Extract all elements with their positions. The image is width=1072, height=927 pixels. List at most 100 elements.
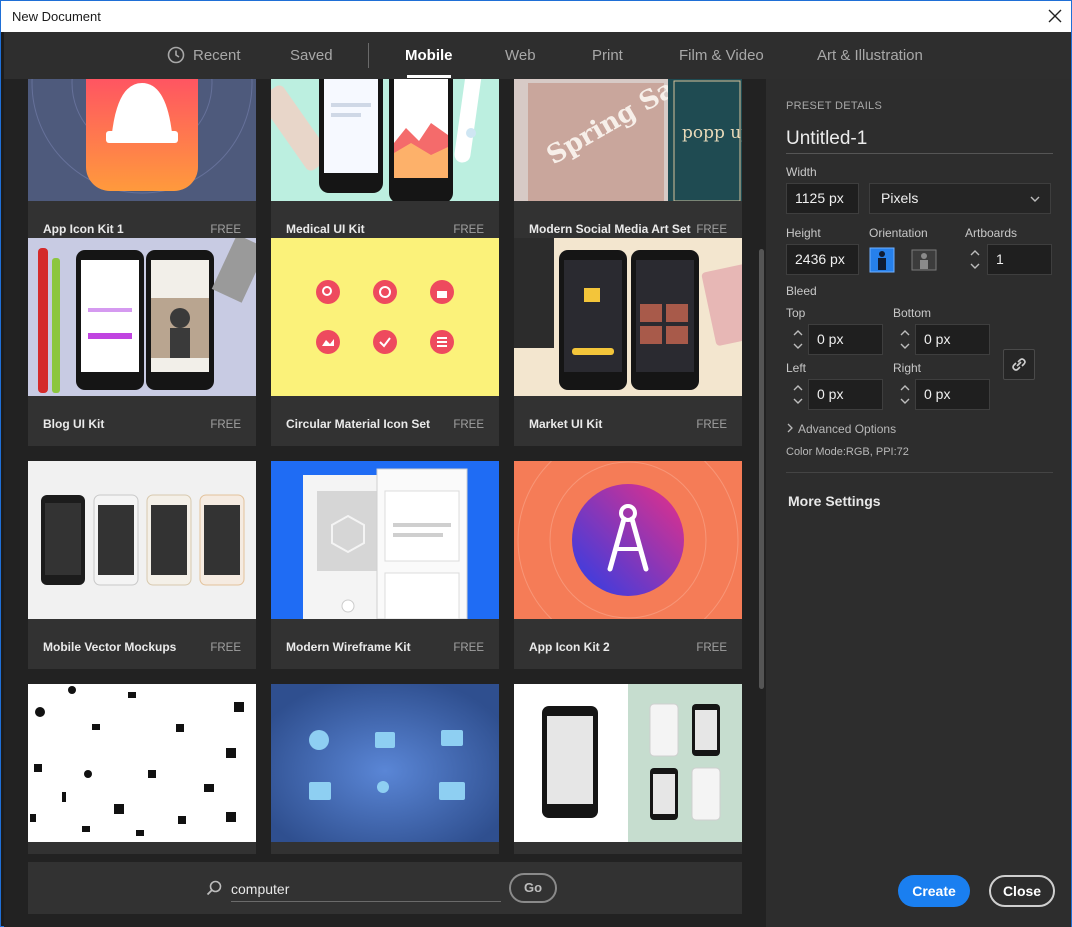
artboards-label: Artboards (965, 226, 1018, 240)
bleed-label: Bleed (786, 284, 817, 298)
new-document-dialog: New Document Recent Saved Mobile Web Pri… (0, 0, 1072, 927)
bleed-top-input[interactable]: 0 px (808, 324, 883, 355)
template-grid: App Icon Kit 1 FREE Medical UI Kit FREE … (4, 79, 766, 927)
price-badge: FREE (453, 419, 484, 431)
height-label: Height (786, 226, 821, 240)
price-badge: FREE (696, 224, 727, 236)
tab-web[interactable]: Web (505, 47, 536, 64)
tab-art-illustration[interactable]: Art & Illustration (817, 47, 923, 64)
tab-mobile[interactable]: Mobile (405, 47, 453, 64)
template-grid-scrollbar[interactable] (759, 249, 764, 689)
template-search-bar: Go (28, 862, 742, 914)
template-title: App Icon Kit 2 (529, 640, 610, 654)
template-thumbnail (514, 238, 742, 396)
bleed-bottom-label: Bottom (893, 306, 932, 320)
template-card-market-ui-kit[interactable]: Market UI Kit FREE (514, 238, 742, 446)
template-card-icon-pattern[interactable] (28, 684, 256, 854)
bleed-right-input[interactable]: 0 px (915, 379, 990, 410)
tab-film-video[interactable]: Film & Video (679, 47, 764, 64)
template-thumbnail: Spring Sale popp up brook (514, 79, 742, 201)
template-card-modern-social-media-art-set[interactable]: Spring Sale popp up brook Modern Social … (514, 79, 742, 251)
bleed-top-stepper-icon[interactable] (790, 324, 806, 355)
link-bleed-button[interactable] (1003, 349, 1035, 380)
clock-icon (167, 46, 185, 64)
bleed-bottom-input[interactable]: 0 px (915, 324, 990, 355)
template-thumbnail (28, 238, 256, 396)
create-button[interactable]: Create (898, 875, 970, 907)
close-window-icon[interactable] (1045, 6, 1065, 26)
bleed-right-stepper-icon[interactable] (897, 379, 913, 410)
advanced-options-toggle[interactable]: Advanced Options (786, 422, 896, 436)
bleed-left-input[interactable]: 0 px (808, 379, 883, 410)
title-bar: New Document (1, 1, 1071, 32)
template-thumbnail (271, 684, 499, 842)
category-tab-bar: Recent Saved Mobile Web Print Film & Vid… (4, 32, 1071, 79)
template-title: App Icon Kit 1 (43, 222, 124, 236)
more-settings-link[interactable]: More Settings (788, 493, 881, 509)
template-thumbnail (28, 79, 256, 201)
portrait-orientation-icon[interactable] (869, 247, 895, 273)
color-mode-summary: Color Mode:RGB, PPI:72 (786, 446, 909, 458)
height-input[interactable]: 2436 px (786, 244, 859, 275)
price-badge: FREE (210, 224, 241, 236)
template-thumbnail (514, 461, 742, 619)
template-card-circular-material-icon-set[interactable]: Circular Material Icon Set FREE (271, 238, 499, 446)
bleed-left-stepper-icon[interactable] (790, 379, 806, 410)
artboards-input[interactable]: 1 (987, 244, 1052, 275)
chain-link-icon (1012, 358, 1026, 371)
preset-details-panel: PRESET DETAILS Untitled-1 Width 1125 px … (766, 79, 1071, 927)
tab-divider (368, 43, 369, 68)
tab-print[interactable]: Print (592, 47, 623, 64)
window-title: New Document (12, 9, 101, 24)
bleed-left-label: Left (786, 361, 807, 375)
template-title: Circular Material Icon Set (286, 417, 431, 431)
template-card-app-icon-kit-1[interactable]: App Icon Kit 1 FREE (28, 79, 256, 251)
bleed-bottom-stepper-icon[interactable] (897, 324, 913, 355)
go-button[interactable]: Go (509, 873, 557, 903)
bleed-top-label: Top (786, 306, 806, 320)
close-button[interactable]: Close (989, 875, 1055, 907)
template-thumbnail (28, 684, 256, 842)
price-badge: FREE (210, 419, 241, 431)
document-name-field[interactable]: Untitled-1 (786, 128, 867, 150)
units-dropdown[interactable]: Pixels (869, 183, 1051, 214)
template-card-blue-icon-set[interactable] (271, 684, 499, 854)
chevron-right-icon (787, 423, 793, 433)
active-tab-indicator (407, 75, 451, 78)
template-search-input[interactable] (231, 876, 501, 902)
tab-recent[interactable]: Recent (193, 47, 241, 64)
units-value: Pixels (881, 190, 919, 206)
panel-divider (786, 472, 1053, 473)
width-label: Width (786, 165, 817, 179)
artboards-stepper-icon[interactable] (967, 244, 983, 275)
price-badge: FREE (696, 419, 727, 431)
template-card-medical-ui-kit[interactable]: Medical UI Kit FREE (271, 79, 499, 251)
price-badge: FREE (453, 224, 484, 236)
template-thumbnail (28, 461, 256, 619)
template-card-app-icon-kit-2[interactable]: App Icon Kit 2 FREE (514, 461, 742, 669)
template-title: Medical UI Kit (286, 222, 365, 236)
orientation-label: Orientation (869, 226, 928, 240)
search-icon (206, 880, 222, 896)
template-card-mobile-vector-mockups[interactable]: Mobile Vector Mockups FREE (28, 461, 256, 669)
price-badge: FREE (210, 642, 241, 654)
template-thumbnail (514, 684, 742, 842)
price-badge: FREE (453, 642, 484, 654)
template-card-blog-ui-kit[interactable]: Blog UI Kit FREE (28, 238, 256, 446)
preset-details-heading: PRESET DETAILS (786, 100, 883, 112)
template-thumbnail (271, 79, 499, 201)
tab-saved[interactable]: Saved (290, 47, 333, 64)
landscape-orientation-icon[interactable] (911, 247, 937, 273)
template-card-device-mockups[interactable] (514, 684, 742, 854)
template-title: Market UI Kit (529, 417, 603, 431)
poster-text: popp up brook (682, 123, 742, 143)
template-title: Modern Social Media Art Set (529, 222, 691, 236)
template-thumbnail (271, 461, 499, 619)
template-title: Modern Wireframe Kit (286, 640, 411, 654)
chevron-down-icon (1030, 196, 1040, 202)
width-input[interactable]: 1125 px (786, 183, 859, 214)
template-card-modern-wireframe-kit[interactable]: Modern Wireframe Kit FREE (271, 461, 499, 669)
document-name-underline (786, 153, 1053, 154)
template-title: Mobile Vector Mockups (43, 640, 177, 654)
template-thumbnail (271, 238, 499, 396)
